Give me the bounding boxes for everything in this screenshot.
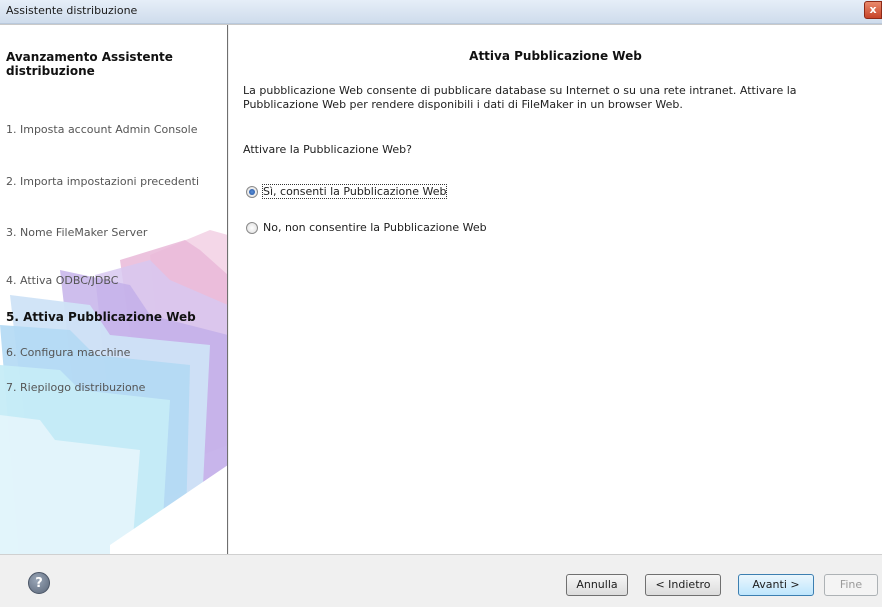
main-content: Attiva Pubblicazione Web La pubblicazion… (229, 0, 882, 554)
back-button[interactable]: < Indietro (645, 574, 721, 596)
radio-label-no[interactable]: No, non consentire la Pubblicazione Web (263, 221, 487, 234)
page-title: Attiva Pubblicazione Web (469, 49, 642, 63)
step-1: 1. Imposta account Admin Console (6, 123, 198, 136)
step-6: 6. Configura macchine (6, 346, 131, 359)
cancel-button[interactable]: Annulla (566, 574, 628, 596)
window-title: Assistente distribuzione (6, 4, 138, 17)
step-5-active: 5. Attiva Pubblicazione Web (6, 310, 196, 324)
description-text: La pubblicazione Web consente di pubblic… (243, 84, 797, 111)
progress-sidebar: Avanzamento Assistente distribuzione 1. … (0, 25, 228, 554)
step-3: 3. Nome FileMaker Server (6, 226, 148, 239)
radio-label-yes[interactable]: Sì, consenti la Pubblicazione Web (261, 184, 448, 199)
sidebar-title: Avanzamento Assistente distribuzione (6, 50, 173, 78)
radio-disable-web-publishing[interactable]: No, non consentire la Pubblicazione Web (246, 221, 487, 234)
next-button[interactable]: Avanti > (738, 574, 814, 596)
step-2: 2. Importa impostazioni precedenti (6, 175, 200, 188)
button-bar: ? Annulla < Indietro Avanti > Fine (0, 554, 882, 607)
radio-button-selected[interactable] (246, 185, 258, 198)
question-text: Attivare la Pubblicazione Web? (243, 143, 412, 156)
step-4: 4. Attiva ODBC/JDBC (6, 274, 119, 287)
radio-enable-web-publishing[interactable]: Sì, consenti la Pubblicazione Web (246, 184, 448, 199)
step-7: 7. Riepilogo distribuzione (6, 381, 146, 394)
finish-button: Fine (824, 574, 878, 596)
help-icon[interactable]: ? (28, 572, 50, 594)
wizard-window: Assistente distribuzione x Avanzamento A… (0, 0, 882, 607)
radio-button-unselected[interactable] (246, 221, 258, 234)
